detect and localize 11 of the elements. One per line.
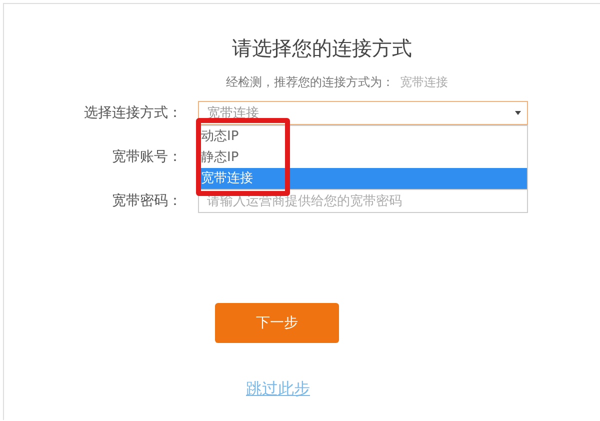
caret-icon [515,111,521,115]
recommendation-label: 经检测，推荐您的连接方式为： [226,74,394,91]
dropdown-option[interactable]: 宽带连接 [199,168,527,189]
dropdown-option[interactable]: 静态IP [199,147,527,168]
field-label: 选择连接方式： [84,104,182,122]
dropdown-option[interactable]: 动态IP [199,126,527,147]
field-label: 宽带密码： [112,192,182,210]
recommendation-value: 宽带连接 [400,74,448,91]
next-button[interactable]: 下一步 [215,303,339,343]
page-title: 请选择您的连接方式 [232,35,412,62]
field-label: 宽带账号： [112,148,182,166]
